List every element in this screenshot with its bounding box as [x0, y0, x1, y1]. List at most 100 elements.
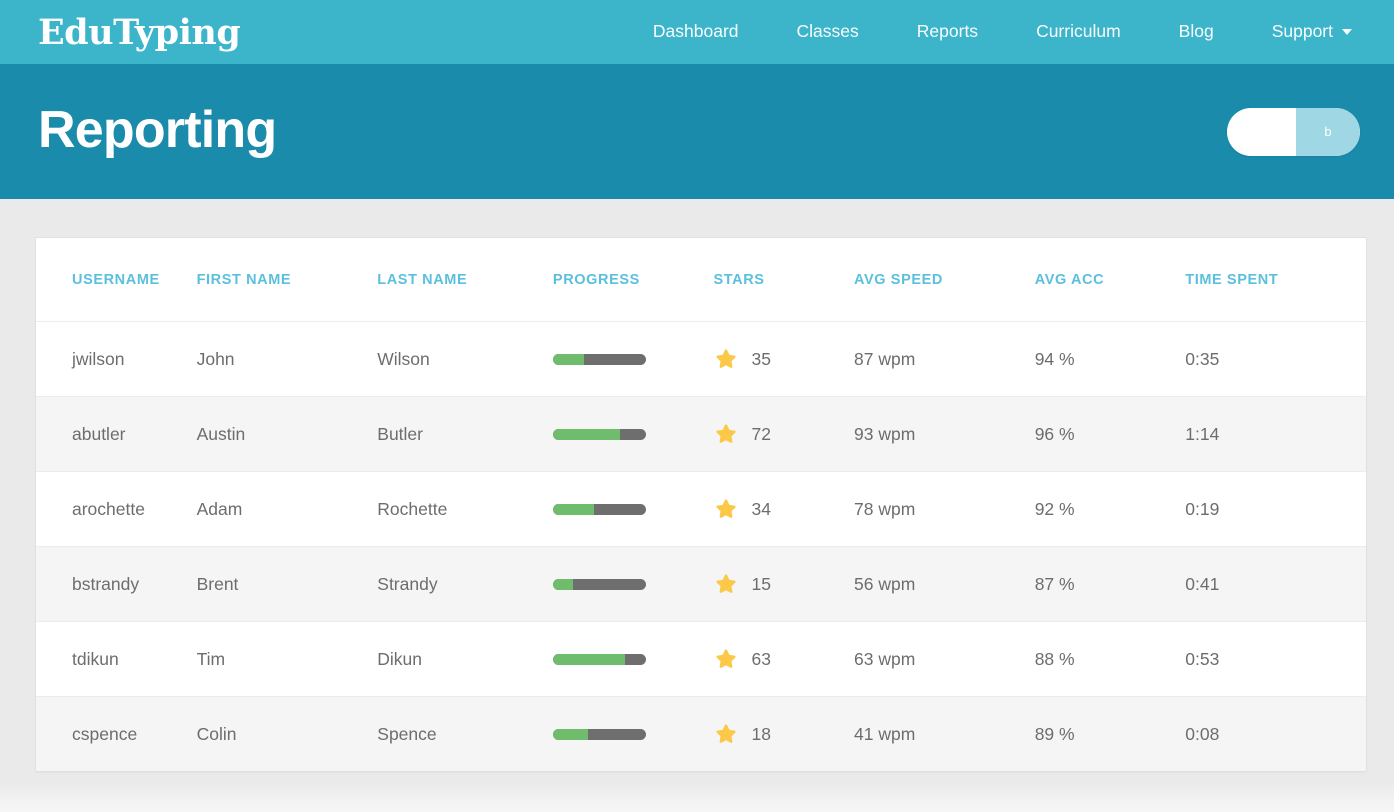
cell-avg-speed: 87 wpm — [854, 321, 1035, 397]
star-icon — [715, 499, 736, 518]
cell-first-name: Brent — [196, 546, 378, 622]
stars-group: 15 — [714, 572, 855, 596]
star-icon — [715, 724, 736, 743]
nav-item-curriculum[interactable]: Curriculum — [1007, 23, 1150, 41]
cell-avg-speed: 56 wpm — [854, 546, 1035, 622]
progress-bar — [552, 353, 646, 365]
stars-count: 15 — [751, 573, 771, 594]
main-content: USERNAME FIRST NAME LAST NAME PROGRESS S… — [0, 199, 1394, 812]
cell-avg-speed: 93 wpm — [854, 396, 1035, 472]
cell-last-name: Butler — [377, 396, 553, 472]
cell-last-name: Strandy — [377, 546, 553, 622]
brand-logo[interactable]: EduTyping — [38, 15, 241, 50]
cell-avg-acc: 94 % — [1034, 321, 1186, 397]
report-table: USERNAME FIRST NAME LAST NAME PROGRESS S… — [36, 238, 1366, 771]
main-nav-links: Dashboard Classes Reports Curriculum Blo… — [624, 23, 1360, 41]
column-header-time-spent[interactable]: TIME SPENT — [1185, 238, 1366, 322]
cell-username: tdikun — [36, 621, 197, 697]
cell-progress — [552, 546, 714, 622]
cell-progress — [552, 471, 714, 547]
cell-stars: 18 — [713, 696, 855, 771]
view-toggle-switch[interactable]: b — [1227, 107, 1360, 156]
cell-stars: 63 — [713, 621, 855, 697]
progress-bar-fill — [552, 503, 594, 515]
nav-item-support[interactable]: Support — [1243, 23, 1360, 41]
cell-avg-acc: 88 % — [1034, 621, 1186, 697]
nav-item-classes[interactable]: Classes — [768, 23, 888, 41]
cell-username: cspence — [36, 696, 197, 771]
cell-time-spent: 0:41 — [1185, 546, 1366, 622]
cell-time-spent: 1:14 — [1185, 396, 1366, 472]
column-header-last-name[interactable]: LAST NAME — [377, 238, 553, 322]
cell-last-name: Wilson — [377, 321, 553, 397]
column-header-stars[interactable]: STARS — [713, 238, 855, 322]
star-icon — [715, 349, 736, 368]
cell-avg-speed: 63 wpm — [854, 621, 1035, 697]
toggle-track-label[interactable]: b — [1296, 107, 1360, 156]
table-row[interactable]: tdikun Tim Dikun 63 63 wpm 88 % 0:53 — [36, 621, 1366, 697]
cell-first-name: John — [196, 321, 378, 397]
cell-first-name: Austin — [196, 396, 378, 472]
progress-bar — [552, 653, 646, 665]
stars-group: 63 — [714, 647, 855, 671]
cell-first-name: Colin — [196, 696, 378, 771]
column-header-progress[interactable]: PROGRESS — [552, 238, 714, 322]
cell-progress — [552, 396, 714, 472]
cell-first-name: Adam — [196, 471, 378, 547]
column-header-avg-acc[interactable]: AVG ACC — [1034, 238, 1186, 322]
cell-username: jwilson — [36, 321, 197, 397]
progress-bar — [552, 428, 646, 440]
progress-bar — [552, 728, 646, 740]
column-header-first-name[interactable]: FIRST NAME — [196, 238, 378, 322]
cell-stars: 35 — [713, 321, 855, 397]
page-title: Reporting — [38, 100, 277, 159]
cell-time-spent: 0:19 — [1185, 471, 1366, 547]
cell-time-spent: 0:08 — [1185, 696, 1366, 771]
cell-progress — [552, 321, 714, 397]
cell-last-name: Dikun — [377, 621, 553, 697]
nav-item-reports[interactable]: Reports — [888, 23, 1007, 41]
cell-progress — [552, 696, 714, 771]
table-row[interactable]: cspence Colin Spence 18 41 wpm 89 % 0:08 — [36, 696, 1366, 771]
stars-group: 18 — [714, 722, 855, 746]
nav-item-support-label: Support — [1271, 21, 1333, 42]
stars-group: 72 — [714, 422, 855, 446]
report-table-card: USERNAME FIRST NAME LAST NAME PROGRESS S… — [35, 237, 1367, 772]
table-header-row: USERNAME FIRST NAME LAST NAME PROGRESS S… — [36, 238, 1366, 322]
cell-time-spent: 0:35 — [1185, 321, 1366, 397]
page-header-band: Reporting b — [0, 64, 1394, 199]
column-header-username[interactable]: USERNAME — [36, 238, 197, 322]
stars-count: 18 — [751, 723, 771, 744]
stars-group: 34 — [714, 497, 855, 521]
cell-stars: 72 — [713, 396, 855, 472]
cell-username: bstrandy — [36, 546, 197, 622]
nav-item-dashboard[interactable]: Dashboard — [624, 23, 768, 41]
progress-bar — [552, 503, 646, 515]
nav-item-blog[interactable]: Blog — [1150, 23, 1243, 41]
chevron-down-icon — [1342, 29, 1352, 35]
top-navigation-bar: EduTyping Dashboard Classes Reports Curr… — [0, 0, 1394, 64]
cell-progress — [552, 621, 714, 697]
cell-avg-acc: 92 % — [1034, 471, 1186, 547]
cell-last-name: Spence — [377, 696, 553, 771]
cell-avg-speed: 41 wpm — [854, 696, 1035, 771]
column-header-avg-speed[interactable]: AVG SPEED — [854, 238, 1035, 322]
table-row[interactable]: bstrandy Brent Strandy 15 56 wpm 87 % 0:41 — [36, 546, 1366, 622]
table-row[interactable]: abutler Austin Butler 72 93 wpm 96 % 1:14 — [36, 396, 1366, 472]
progress-bar-fill — [552, 428, 620, 440]
table-body: jwilson John Wilson 35 87 wpm 94 % 0:35 abutler… — [36, 321, 1366, 771]
table-row[interactable]: jwilson John Wilson 35 87 wpm 94 % 0:35 — [36, 321, 1366, 397]
progress-bar-fill — [552, 653, 625, 665]
cell-time-spent: 0:53 — [1185, 621, 1366, 697]
page-bottom-edge — [0, 782, 1394, 812]
toggle-knob[interactable] — [1227, 107, 1296, 156]
progress-bar — [552, 578, 646, 590]
cell-avg-acc: 87 % — [1034, 546, 1186, 622]
star-icon — [715, 649, 736, 668]
table-header: USERNAME FIRST NAME LAST NAME PROGRESS S… — [36, 238, 1366, 322]
progress-bar-fill — [552, 353, 584, 365]
cell-avg-acc: 96 % — [1034, 396, 1186, 472]
cell-stars: 34 — [713, 471, 855, 547]
table-row[interactable]: arochette Adam Rochette 34 78 wpm 92 % 0:19 — [36, 471, 1366, 547]
stars-count: 72 — [751, 423, 771, 444]
